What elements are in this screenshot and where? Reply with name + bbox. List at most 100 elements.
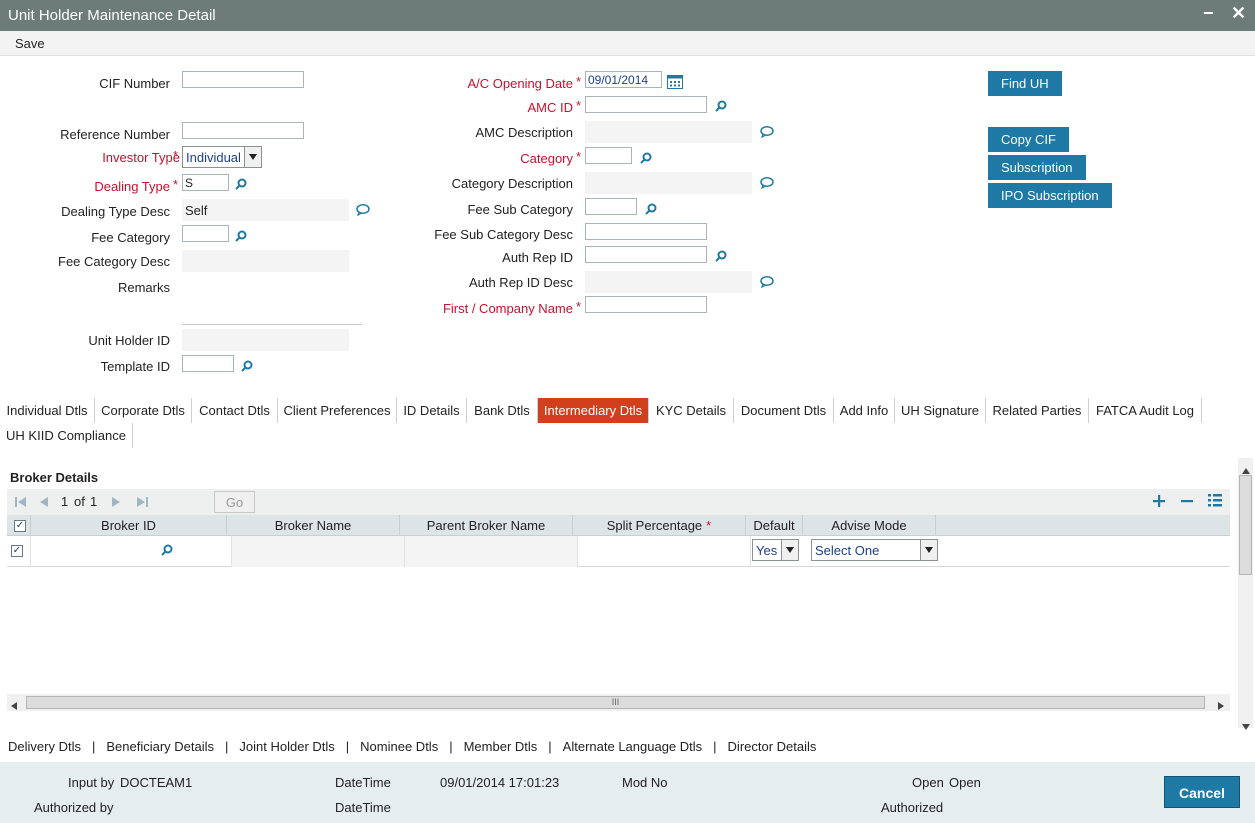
tab-intermediary-dtls[interactable]: Intermediary Dtls bbox=[538, 398, 649, 423]
advise-mode-select[interactable]: Select One bbox=[811, 539, 938, 561]
tab-client-preferences[interactable]: Client Preferences bbox=[278, 398, 397, 423]
tab-contact-dtls[interactable]: Contact Dtls bbox=[192, 398, 278, 423]
horizontal-scroll-thumb[interactable]: III bbox=[26, 696, 1205, 709]
tab-id-details[interactable]: ID Details bbox=[397, 398, 467, 423]
subscription-button[interactable]: Subscription bbox=[988, 155, 1086, 180]
auth-rep-id-input[interactable] bbox=[585, 246, 707, 263]
amc-id-input[interactable] bbox=[585, 96, 707, 113]
column-split-percentage-header: Split Percentage * bbox=[573, 515, 746, 536]
comment-icon[interactable] bbox=[760, 276, 774, 291]
row-checkbox[interactable]: ✓ bbox=[11, 545, 23, 557]
broker-id-cell[interactable] bbox=[31, 536, 232, 567]
search-icon[interactable] bbox=[235, 178, 247, 193]
scroll-right-icon[interactable] bbox=[1218, 698, 1224, 713]
authorized-by-label: Authorized by bbox=[34, 800, 114, 815]
search-icon[interactable] bbox=[715, 250, 727, 265]
link-member-dtls[interactable]: Member Dtls bbox=[464, 739, 538, 754]
close-icon[interactable]: ✕ bbox=[1231, 3, 1246, 24]
ac-opening-date-input[interactable] bbox=[585, 71, 662, 88]
amc-description-value bbox=[585, 121, 752, 143]
fee-sub-category-label: Fee Sub Category bbox=[467, 202, 573, 217]
investor-type-label: Investor Type bbox=[102, 150, 180, 165]
add-row-icon[interactable] bbox=[1153, 495, 1165, 510]
link-nominee-dtls[interactable]: Nominee Dtls bbox=[360, 739, 438, 754]
link-delivery-dtls[interactable]: Delivery Dtls bbox=[8, 739, 81, 754]
fee-sub-category-desc-input[interactable] bbox=[585, 223, 707, 240]
sub-screen-links: Delivery Dtls | Beneficiary Details | Joint … bbox=[8, 739, 816, 754]
search-icon[interactable] bbox=[235, 230, 247, 245]
template-id-input[interactable] bbox=[182, 355, 234, 372]
search-icon[interactable] bbox=[161, 544, 173, 559]
category-input[interactable] bbox=[585, 147, 632, 164]
comment-icon[interactable] bbox=[760, 177, 774, 192]
delete-row-icon[interactable] bbox=[1181, 495, 1193, 510]
auth-rep-id-desc-value bbox=[585, 271, 752, 293]
tab-related-parties[interactable]: Related Parties bbox=[986, 398, 1089, 423]
column-default: Default bbox=[746, 515, 803, 536]
link-director-details[interactable]: Director Details bbox=[728, 739, 817, 754]
split-percentage-cell[interactable] bbox=[578, 536, 751, 567]
last-page-icon[interactable] bbox=[136, 496, 148, 511]
ipo-subscription-button[interactable]: IPO Subscription bbox=[988, 183, 1112, 208]
investor-type-select[interactable]: Individual bbox=[182, 146, 262, 168]
reference-number-label: Reference Number bbox=[60, 127, 170, 142]
minimize-icon[interactable]: − bbox=[1203, 3, 1214, 24]
search-icon[interactable] bbox=[640, 152, 652, 167]
pager-bar: 1 of 1 Go bbox=[7, 489, 1230, 515]
fee-sub-category-input[interactable] bbox=[585, 198, 637, 215]
dealing-type-input[interactable] bbox=[182, 174, 229, 191]
open-label: Open bbox=[912, 775, 944, 790]
remarks-label: Remarks bbox=[117, 280, 170, 295]
amc-id-label: AMC ID bbox=[527, 100, 574, 115]
go-button[interactable]: Go bbox=[214, 491, 255, 513]
first-company-name-input[interactable] bbox=[585, 296, 707, 313]
tab-document-dtls[interactable]: Document Dtls bbox=[734, 398, 834, 423]
find-uh-button[interactable]: Find UH bbox=[988, 71, 1062, 96]
table-row: ✓ Yes Select One bbox=[7, 536, 1230, 567]
save-menu-item[interactable]: Save bbox=[15, 36, 45, 51]
tab-add-info[interactable]: Add Info bbox=[834, 398, 895, 423]
template-id-label: Template ID bbox=[100, 359, 170, 374]
first-page-icon[interactable] bbox=[15, 496, 27, 511]
scroll-down-icon[interactable] bbox=[1242, 718, 1250, 733]
copy-cif-button[interactable]: Copy CIF bbox=[988, 127, 1069, 152]
link-beneficiary-details[interactable]: Beneficiary Details bbox=[106, 739, 214, 754]
tab-fatca-audit-log[interactable]: FATCA Audit Log bbox=[1089, 398, 1202, 423]
link-joint-holder-dtls[interactable]: Joint Holder Dtls bbox=[239, 739, 334, 754]
calendar-icon[interactable] bbox=[667, 74, 683, 92]
amc-description-label: AMC Description bbox=[475, 125, 573, 140]
list-view-icon[interactable] bbox=[1208, 494, 1222, 510]
search-icon[interactable] bbox=[645, 203, 657, 218]
remarks-textarea[interactable] bbox=[182, 280, 362, 325]
column-advise-mode: Advise Mode bbox=[803, 515, 936, 536]
tab-kyc-details[interactable]: KYC Details bbox=[649, 398, 734, 423]
cif-number-input[interactable] bbox=[182, 71, 304, 88]
comment-icon[interactable] bbox=[760, 126, 774, 141]
previous-page-icon[interactable] bbox=[39, 496, 49, 511]
search-icon[interactable] bbox=[241, 360, 253, 375]
reference-number-input[interactable] bbox=[182, 122, 304, 139]
input-by-value: DOCTEAM1 bbox=[120, 775, 193, 790]
tab-individual-dtls[interactable]: Individual Dtls bbox=[0, 398, 95, 423]
column-parent-broker-name: Parent Broker Name bbox=[400, 515, 573, 536]
broker-name-cell bbox=[232, 536, 405, 567]
scroll-left-icon[interactable] bbox=[11, 698, 17, 713]
fee-category-input[interactable] bbox=[182, 225, 229, 242]
broker-details-title: Broker Details bbox=[10, 470, 99, 485]
search-icon[interactable] bbox=[715, 100, 727, 115]
tab-uh-signature[interactable]: UH Signature bbox=[895, 398, 986, 423]
comment-icon[interactable] bbox=[356, 204, 370, 219]
select-all-checkbox[interactable]: ✓ bbox=[14, 520, 26, 532]
vertical-scrollbar[interactable] bbox=[1238, 458, 1253, 730]
vertical-scroll-thumb[interactable] bbox=[1239, 475, 1252, 575]
horizontal-scrollbar[interactable]: III bbox=[7, 694, 1230, 711]
tab-bank-dtls[interactable]: Bank Dtls bbox=[467, 398, 538, 423]
next-page-icon[interactable] bbox=[111, 496, 121, 511]
cancel-button[interactable]: Cancel bbox=[1164, 776, 1240, 808]
link-alternate-language-dtls[interactable]: Alternate Language Dtls bbox=[563, 739, 702, 754]
tab-corporate-dtls[interactable]: Corporate Dtls bbox=[95, 398, 192, 423]
tab-uh-kiid-compliance[interactable]: UH KIID Compliance bbox=[0, 423, 133, 448]
pager-total: 1 bbox=[90, 494, 98, 509]
cif-number-label: CIF Number bbox=[99, 76, 170, 91]
default-select[interactable]: Yes bbox=[752, 539, 799, 561]
